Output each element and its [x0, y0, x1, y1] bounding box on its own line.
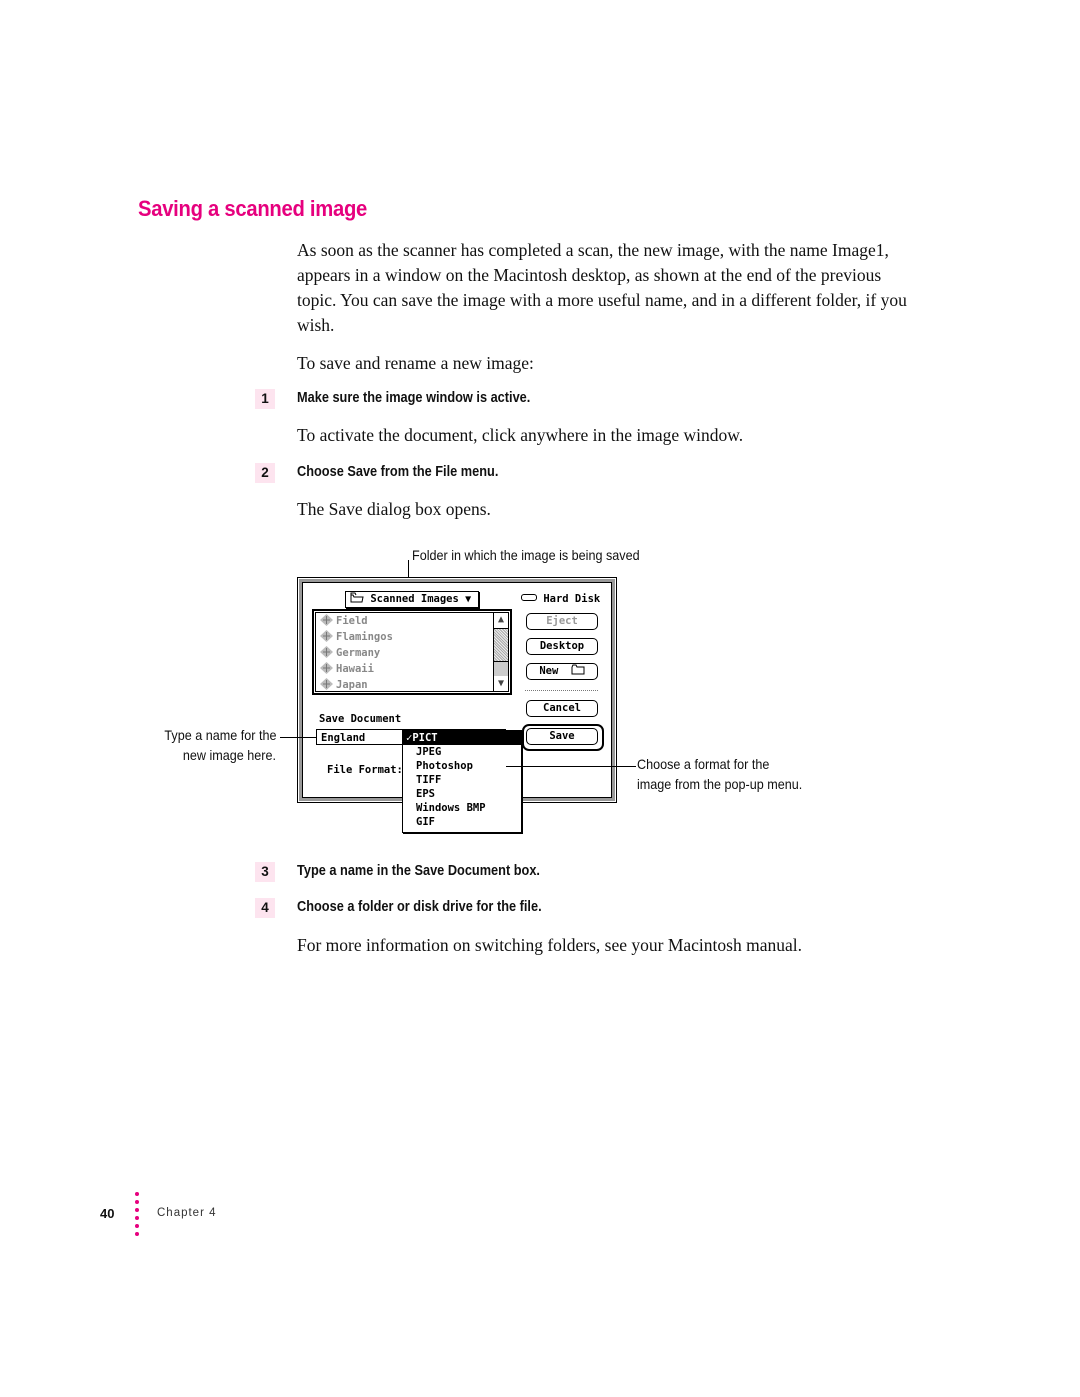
- image-file-icon: [320, 646, 333, 658]
- disk-label: Hard Disk: [521, 593, 600, 605]
- file-list-scrollbar[interactable]: ▲ ▼: [493, 613, 508, 691]
- popup-triangle-icon: ▼: [465, 594, 472, 605]
- file-list-item[interactable]: Flamingos: [316, 629, 493, 645]
- new-folder-button[interactable]: New: [526, 663, 598, 680]
- file-list[interactable]: Field Flamingos Germany Hawaii Japan ▲ ▼: [312, 609, 512, 695]
- format-callout-line2: image from the pop-up menu.: [637, 776, 803, 792]
- format-option-tiff[interactable]: TIFF: [403, 773, 521, 787]
- step-instruction: Choose Save from the File menu.: [297, 464, 499, 480]
- format-option-jpeg[interactable]: JPEG: [403, 745, 521, 759]
- cancel-button[interactable]: Cancel: [526, 700, 598, 717]
- file-list-item[interactable]: Germany: [316, 645, 493, 661]
- file-name: Flamingos: [336, 631, 393, 643]
- button-separator: [525, 690, 598, 691]
- chapter-label: Chapter 4: [157, 1207, 217, 1219]
- step-number-badge: 3: [255, 862, 275, 882]
- name-callout-line: [280, 737, 316, 738]
- step-detail: For more information on switching folder…: [297, 935, 802, 955]
- desktop-button[interactable]: Desktop: [526, 638, 598, 655]
- file-name: Hawaii: [336, 663, 374, 675]
- intro-paragraph: As soon as the scanner has completed a s…: [297, 240, 907, 335]
- new-folder-icon: [571, 664, 585, 675]
- file-name: Japan: [336, 679, 368, 691]
- file-name: Germany: [336, 647, 381, 659]
- lead-in-text: To save and rename a new image:: [297, 353, 534, 373]
- format-callout-line1: Choose a format for the: [637, 756, 770, 772]
- file-list-item[interactable]: Japan: [316, 677, 493, 693]
- file-list-item[interactable]: Field: [316, 613, 493, 629]
- new-folder-label: New: [539, 665, 559, 677]
- folder-callout: Folder in which the image is being saved: [412, 547, 640, 563]
- name-callout-line2: new image here.: [182, 747, 276, 763]
- folder-open-icon: [350, 592, 364, 603]
- hard-disk-icon: [521, 594, 537, 601]
- step-instruction: Choose a folder or disk drive for the fi…: [297, 899, 542, 915]
- eject-button[interactable]: Eject: [526, 613, 598, 630]
- step-instruction: Make sure the image window is active.: [297, 390, 531, 406]
- scroll-down-arrow-icon[interactable]: ▼: [494, 677, 508, 691]
- format-option-eps[interactable]: EPS: [403, 787, 521, 801]
- step-number-badge: 2: [255, 463, 275, 483]
- format-callout-line: [506, 766, 636, 767]
- save-button[interactable]: Save: [526, 728, 598, 745]
- image-file-icon: [320, 662, 333, 674]
- file-format-menu[interactable]: ✓PICT JPEG Photoshop TIFF EPS Windows BM…: [402, 730, 522, 833]
- format-option-photoshop[interactable]: Photoshop: [403, 759, 521, 773]
- format-option-gif[interactable]: GIF: [403, 815, 521, 829]
- step-detail: To activate the document, click anywhere…: [297, 425, 744, 445]
- save-document-label: Save Document: [319, 713, 402, 725]
- step-detail: The Save dialog box opens.: [297, 499, 491, 519]
- file-name: Field: [336, 615, 368, 627]
- step-instruction: Type a name in the Save Document box.: [297, 863, 540, 879]
- format-option-label: PICT: [412, 732, 438, 744]
- name-callout-line1: Type a name for the: [164, 727, 277, 743]
- format-option-pict[interactable]: ✓PICT: [403, 731, 521, 745]
- file-list-items: Field Flamingos Germany Hawaii Japan: [316, 613, 493, 693]
- file-format-label: File Format:: [327, 764, 403, 776]
- disk-name: Hard Disk: [543, 593, 601, 605]
- footer-dot-divider: [135, 1192, 139, 1240]
- page-number: 40: [100, 1206, 115, 1221]
- scroll-thumb[interactable]: [494, 661, 508, 676]
- section-heading: Saving a scanned image: [138, 196, 368, 221]
- format-option-windows-bmp[interactable]: Windows BMP: [403, 801, 521, 815]
- step-number-badge: 1: [255, 389, 275, 409]
- image-file-icon: [320, 630, 333, 642]
- image-file-icon: [320, 614, 333, 626]
- folder-popup-label: Scanned Images: [370, 593, 459, 605]
- folder-popup-menu[interactable]: Scanned Images ▼: [345, 591, 479, 608]
- scroll-up-arrow-icon[interactable]: ▲: [494, 613, 508, 627]
- image-file-icon: [320, 678, 333, 690]
- file-list-item[interactable]: Hawaii: [316, 661, 493, 677]
- step-number-badge: 4: [255, 898, 275, 918]
